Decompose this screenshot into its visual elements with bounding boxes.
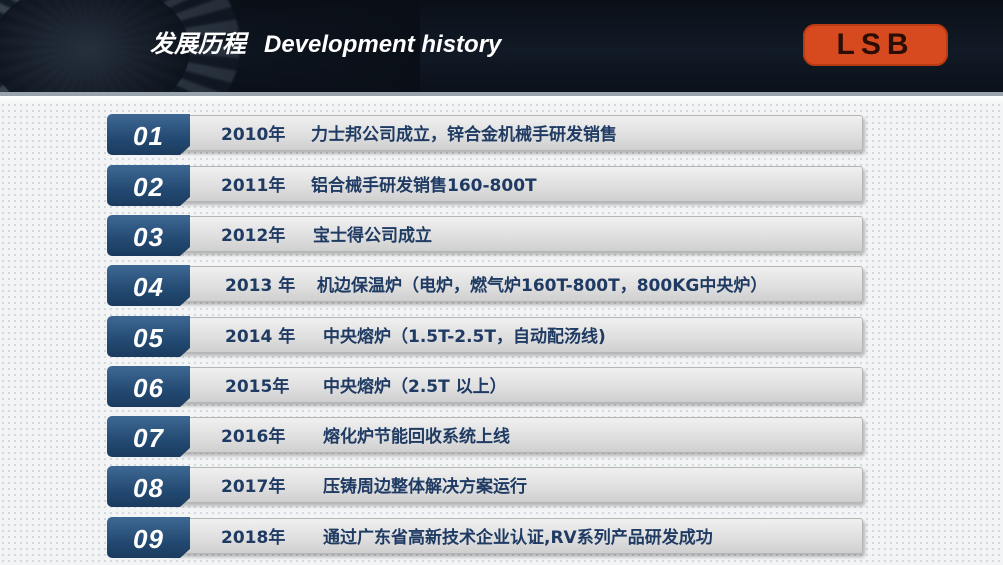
timeline-year: 2010年 [221,125,286,145]
timeline-year: 2017年 [221,477,286,497]
timeline-description: 铝合械手研发销售160-800T [311,176,537,196]
timeline-item: 02 2011年 铝合械手研发销售160-800T [107,165,863,206]
timeline-description: 宝士得公司成立 [313,226,432,246]
timeline-year: 2013 年 [225,276,296,296]
timeline-year: 2014 年 [225,327,296,347]
timeline: 01 2010年 力士邦公司成立，锌合金机械手研发销售 02 2011年 铝合械… [0,0,1003,565]
timeline-year: 2018年 [221,528,286,548]
timeline-item: 08 2017年 压铸周边整体解决方案运行 [107,466,863,507]
timeline-year: 2011年 [221,176,286,196]
step-number-badge: 09 [107,517,190,558]
timeline-year: 2016年 [221,427,286,447]
step-number-badge: 05 [107,316,190,357]
timeline-description: 力士邦公司成立，锌合金机械手研发销售 [311,125,617,145]
timeline-description: 中央熔炉（1.5T-2.5T，自动配汤线) [323,327,606,347]
timeline-item: 06 2015年 中央熔炉（2.5T 以上） [107,366,863,407]
timeline-year: 2015年 [225,377,290,397]
timeline-item: 09 2018年 通过广东省高新技术企业认证,RV系列产品研发成功 [107,517,863,558]
timeline-item: 05 2014 年 中央熔炉（1.5T-2.5T，自动配汤线) [107,316,863,357]
step-number-badge: 04 [107,265,190,306]
timeline-description: 通过广东省高新技术企业认证,RV系列产品研发成功 [323,528,713,548]
timeline-item: 07 2016年 熔化炉节能回收系统上线 [107,416,863,457]
timeline-item: 03 2012年 宝士得公司成立 [107,215,863,256]
timeline-description: 熔化炉节能回收系统上线 [323,427,510,447]
step-number-badge: 03 [107,215,190,256]
step-number-badge: 07 [107,416,190,457]
step-number-badge: 06 [107,366,190,407]
timeline-description: 机边保温炉（电炉，燃气炉160T-800T，800KG中央炉） [317,276,768,296]
step-number-badge: 01 [107,114,190,155]
timeline-item: 04 2013 年 机边保温炉（电炉，燃气炉160T-800T，800KG中央炉… [107,265,863,306]
step-number-badge: 08 [107,466,190,507]
timeline-item: 01 2010年 力士邦公司成立，锌合金机械手研发销售 [107,114,863,155]
step-number-badge: 02 [107,165,190,206]
timeline-description: 中央熔炉（2.5T 以上） [323,377,507,397]
timeline-description: 压铸周边整体解决方案运行 [323,477,527,497]
timeline-year: 2012年 [221,226,286,246]
